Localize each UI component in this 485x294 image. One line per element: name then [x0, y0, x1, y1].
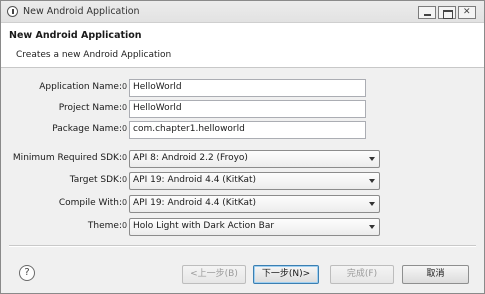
compile-with-row: Compile With: 0 API 19: Android 4.4 (Kit…: [1, 195, 485, 213]
min-sdk-hint-icon: 0: [122, 153, 128, 162]
application-name-row: Application Name: 0 HelloWorld: [1, 79, 485, 97]
target-sdk-label: Target SDK:: [69, 175, 122, 185]
wizard-title: New Android Application: [9, 30, 142, 41]
target-sdk-row: Target SDK: 0 API 19: Android 4.4 (KitKa…: [1, 172, 485, 190]
min-sdk-row: Minimum Required SDK: 0 API 8: Android 2…: [1, 150, 485, 168]
chevron-down-icon: [369, 225, 375, 229]
window-controls: [416, 6, 476, 19]
title-bar[interactable]: New Android Application: [1, 1, 484, 23]
maximize-icon[interactable]: [438, 6, 456, 19]
next-button[interactable]: 下一步(N)>: [253, 265, 319, 284]
window-title: New Android Application: [23, 6, 140, 17]
application-name-hint-icon: 0: [122, 82, 128, 91]
application-name-input[interactable]: HelloWorld: [129, 79, 366, 97]
new-android-application-dialog: New Android Application New Android Appl…: [0, 0, 485, 294]
package-name-hint-icon: 0: [122, 124, 128, 133]
cancel-button[interactable]: 取消: [402, 265, 469, 284]
application-name-label: Application Name:: [39, 82, 122, 92]
compile-with-value: API 19: Android 4.4 (KitKat): [133, 198, 257, 208]
theme-value: Holo Light with Dark Action Bar: [133, 221, 275, 231]
project-name-hint-icon: 0: [122, 103, 128, 112]
compile-with-select[interactable]: API 19: Android 4.4 (KitKat): [129, 195, 380, 213]
theme-hint-icon: 0: [122, 221, 128, 230]
project-name-row: Project Name: 0 HelloWorld: [1, 100, 485, 118]
package-name-row: Package Name: 0 com.chapter1.helloworld: [1, 121, 485, 139]
help-icon[interactable]: ?: [19, 265, 35, 281]
theme-label: Theme:: [87, 221, 122, 231]
target-sdk-hint-icon: 0: [122, 175, 128, 184]
theme-select[interactable]: Holo Light with Dark Action Bar: [129, 218, 380, 236]
chevron-down-icon: [369, 157, 375, 161]
finish-button[interactable]: 完成(F): [330, 265, 394, 284]
wizard-description: Creates a new Android Application: [16, 50, 172, 60]
app-icon: [7, 6, 18, 17]
compile-with-label: Compile With:: [58, 198, 122, 208]
package-name-input[interactable]: com.chapter1.helloworld: [129, 121, 366, 139]
wizard-header: New Android Application Creates a new An…: [1, 23, 484, 68]
min-sdk-select[interactable]: API 8: Android 2.2 (Froyo): [129, 150, 380, 168]
min-sdk-label: Minimum Required SDK:: [12, 153, 122, 163]
package-name-label: Package Name:: [52, 124, 122, 134]
chevron-down-icon: [369, 202, 375, 206]
target-sdk-value: API 19: Android 4.4 (KitKat): [133, 175, 257, 185]
compile-with-hint-icon: 0: [122, 198, 128, 207]
target-sdk-select[interactable]: API 19: Android 4.4 (KitKat): [129, 172, 380, 190]
close-icon[interactable]: [458, 6, 476, 19]
project-name-input[interactable]: HelloWorld: [129, 100, 366, 118]
minimize-icon[interactable]: [418, 6, 436, 19]
min-sdk-value: API 8: Android 2.2 (Froyo): [133, 153, 248, 163]
back-button[interactable]: <上一步(B): [182, 265, 246, 284]
chevron-down-icon: [369, 179, 375, 183]
theme-row: Theme: 0 Holo Light with Dark Action Bar: [1, 218, 485, 236]
project-name-label: Project Name:: [58, 103, 122, 113]
footer-separator: [9, 245, 476, 247]
